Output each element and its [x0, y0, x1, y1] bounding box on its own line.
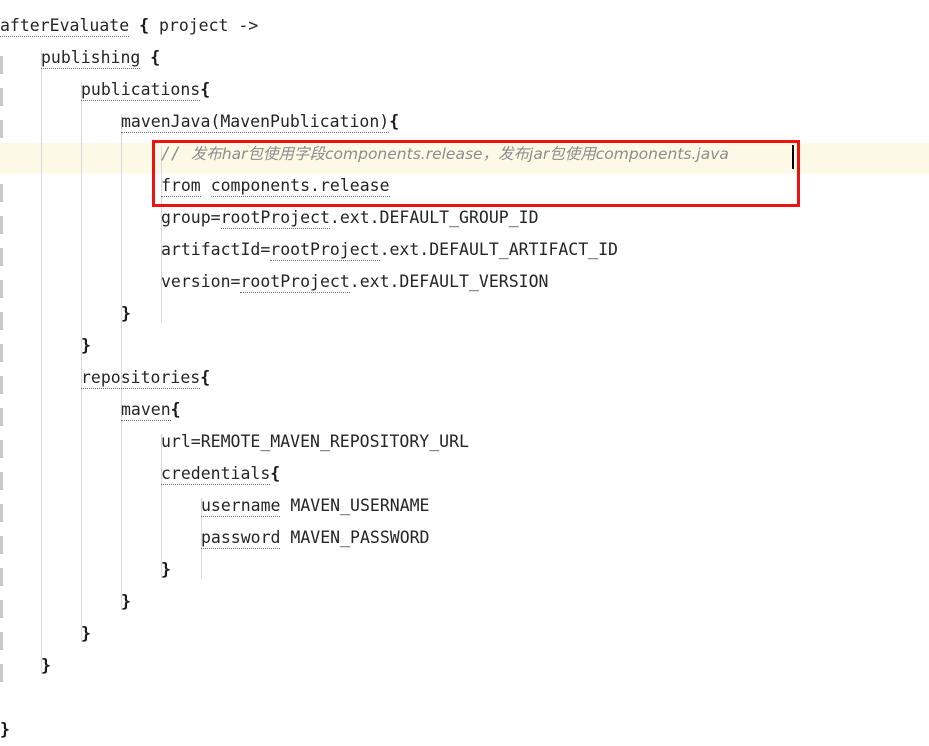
- code-identifier-token: publishing: [41, 48, 141, 69]
- code-text-token: .ext.DEFAULT_GROUP_ID: [329, 208, 539, 227]
- code-text-token: url=REMOTE_MAVEN_REPOSITORY_URL: [161, 432, 469, 451]
- code-text-token: artifactId=: [161, 240, 271, 259]
- code-identifier-token: afterEvaluate: [0, 16, 130, 37]
- code-text-token: group=: [161, 208, 221, 227]
- code-line[interactable]: }: [0, 714, 929, 746]
- code-identifier-token: components.release: [210, 176, 390, 197]
- code-text-token: project ->: [149, 16, 259, 35]
- code-line[interactable]: version=rootProject.ext.DEFAULT_VERSION: [0, 266, 929, 298]
- code-line[interactable]: publishing {: [0, 42, 929, 74]
- code-text-token: .ext.DEFAULT_ARTIFACT_ID: [379, 240, 618, 259]
- code-brace-token: {: [200, 368, 211, 387]
- code-identifier-token: maven: [121, 400, 171, 421]
- code-line[interactable]: }: [0, 554, 929, 586]
- code-brace-token: }: [121, 304, 131, 323]
- code-line[interactable]: maven{: [0, 394, 929, 426]
- code-line[interactable]: url=REMOTE_MAVEN_REPOSITORY_URL: [0, 426, 929, 458]
- code-line[interactable]: }: [0, 330, 929, 362]
- code-line[interactable]: mavenJava(MavenPublication){: [0, 106, 929, 138]
- code-comment-token: //: [161, 144, 191, 163]
- code-comment-token: 发布har包使用字段components.release，发布jar包使用com…: [190, 145, 729, 163]
- code-text-token: MAVEN_USERNAME: [280, 496, 430, 515]
- code-brace-token: }: [81, 336, 91, 355]
- code-line[interactable]: repositories{: [0, 362, 929, 394]
- code-identifier-token: rootProject: [240, 272, 350, 293]
- code-line[interactable]: [0, 682, 929, 714]
- code-identifier-token: username: [201, 496, 281, 517]
- code-line[interactable]: }: [0, 650, 929, 682]
- code-identifier-token: credentials: [161, 464, 271, 485]
- code-line[interactable]: }: [0, 586, 929, 618]
- code-identifier-token: repositories: [81, 368, 201, 389]
- code-brace-token: {: [389, 112, 400, 131]
- code-line[interactable]: }: [0, 618, 929, 650]
- code-identifier-token: rootProject: [220, 208, 330, 229]
- code-line[interactable]: from components.release: [0, 170, 929, 202]
- code-line[interactable]: artifactId=rootProject.ext.DEFAULT_ARTIF…: [0, 234, 929, 266]
- code-brace-token: }: [81, 624, 91, 643]
- code-line[interactable]: group=rootProject.ext.DEFAULT_GROUP_ID: [0, 202, 929, 234]
- code-identifier-token: mavenJava(MavenPublication): [121, 112, 390, 133]
- code-identifier-token: password: [201, 528, 281, 549]
- code-brace-token: }: [0, 720, 10, 739]
- text-caret: [792, 145, 794, 169]
- code-brace-token: {: [150, 48, 161, 67]
- code-brace-token: }: [161, 560, 171, 579]
- code-line[interactable]: }: [0, 298, 929, 330]
- code-line[interactable]: username MAVEN_USERNAME: [0, 490, 929, 522]
- code-text-token: version=: [161, 272, 241, 291]
- code-brace-token: {: [170, 400, 181, 419]
- code-brace-token: }: [41, 656, 51, 675]
- code-line[interactable]: afterEvaluate { project ->: [0, 10, 929, 42]
- code-brace-token: {: [200, 80, 211, 99]
- code-line[interactable]: publications{: [0, 74, 929, 106]
- code-identifier-token: publications: [81, 80, 201, 101]
- code-brace-token: {: [139, 16, 150, 35]
- code-identifier-token: from: [161, 176, 201, 197]
- code-editor-canvas[interactable]: afterEvaluate { project -> publishing {pu…: [0, 0, 929, 746]
- code-brace-token: {: [270, 464, 281, 483]
- code-identifier-token: rootProject: [270, 240, 380, 261]
- code-line[interactable]: password MAVEN_PASSWORD: [0, 522, 929, 554]
- code-line[interactable]: // 发布har包使用字段components.release，发布jar包使用…: [0, 138, 929, 170]
- code-text-token: MAVEN_PASSWORD: [280, 528, 430, 547]
- code-line[interactable]: credentials{: [0, 458, 929, 490]
- code-brace-token: }: [121, 592, 131, 611]
- code-text-token: .ext.DEFAULT_VERSION: [349, 272, 549, 291]
